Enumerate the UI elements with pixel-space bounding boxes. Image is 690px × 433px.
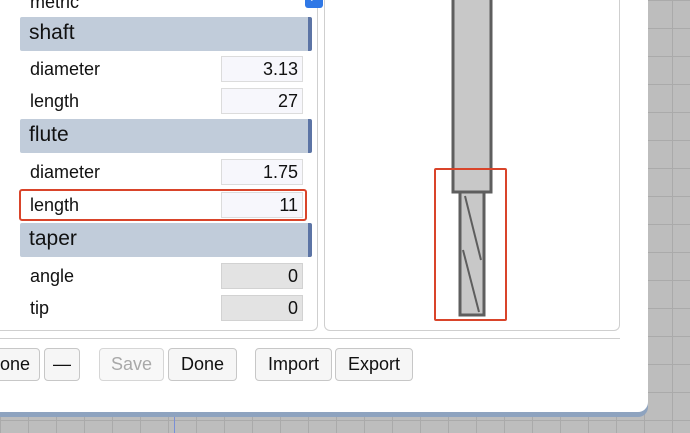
flute-length-row: length 11: [20, 190, 312, 220]
flute-diameter-label: diameter: [30, 162, 101, 182]
flute-length-input[interactable]: 11: [221, 192, 303, 218]
taper-angle-label: angle: [30, 266, 75, 286]
save-button[interactable]: Save: [99, 348, 164, 381]
shaft-length-input[interactable]: 27: [221, 88, 303, 114]
flute-length-label: length: [30, 195, 80, 215]
flute-section-title: flute: [29, 123, 69, 146]
dialog-divider: [0, 338, 620, 339]
flute-diameter-row: diameter 1.75: [20, 157, 312, 187]
shaft-length-label: length: [30, 91, 80, 111]
taper-angle-row: angle 0: [20, 261, 312, 291]
end-mill-preview: [451, 0, 493, 317]
metric-checkbox[interactable]: ✓: [305, 0, 323, 8]
tool-editor-dialog: metric ✓ shaft diameter 3.13 length 27 f…: [0, 0, 648, 412]
export-button[interactable]: Export: [335, 348, 413, 381]
flute-diameter-input[interactable]: 1.75: [221, 159, 303, 185]
remove-button[interactable]: —: [44, 348, 80, 381]
metric-label: metric: [30, 0, 79, 12]
taper-tip-row: tip 0: [20, 293, 312, 323]
import-button[interactable]: Import: [255, 348, 332, 381]
taper-angle-input[interactable]: 0: [221, 263, 303, 289]
taper-section-header[interactable]: taper: [20, 223, 312, 257]
flute-section-header[interactable]: flute: [20, 119, 312, 153]
shaft-diameter-row: diameter 3.13: [20, 54, 312, 84]
shaft-diameter-input[interactable]: 3.13: [221, 56, 303, 82]
done-button-partial[interactable]: one: [0, 348, 40, 381]
shaft-length-row: length 27: [20, 86, 312, 116]
shaft-section-title: shaft: [29, 21, 75, 44]
taper-section-title: taper: [29, 227, 77, 250]
taper-tip-input[interactable]: 0: [221, 295, 303, 321]
shaft-shape: [451, 0, 493, 194]
taper-tip-label: tip: [30, 298, 50, 318]
shaft-diameter-label: diameter: [30, 59, 101, 79]
shaft-section-header[interactable]: shaft: [20, 17, 312, 51]
done-button[interactable]: Done: [168, 348, 237, 381]
